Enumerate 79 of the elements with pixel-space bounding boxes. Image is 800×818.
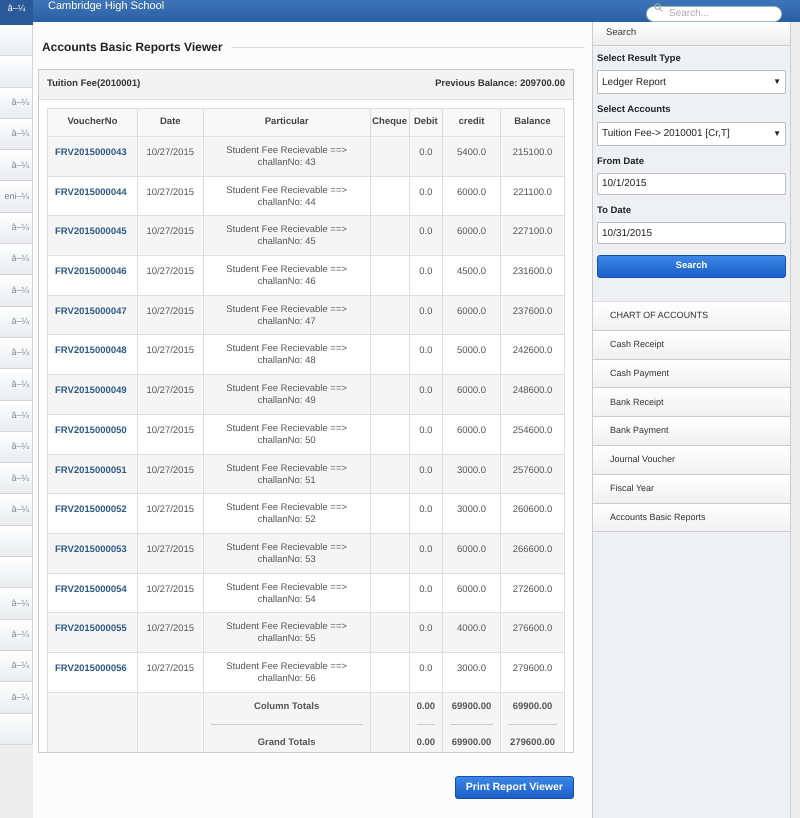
- nav-item[interactable]: CHART OF ACCOUNTS: [593, 302, 790, 331]
- voucher-link[interactable]: FRV2015000052: [55, 504, 127, 516]
- total-value: Grand Totals: [258, 736, 316, 750]
- voucher-link[interactable]: FRV2015000045: [55, 226, 127, 238]
- voucher-link[interactable]: FRV2015000048: [55, 345, 127, 356]
- dropdown[interactable]: Tuition Fee-> 2010001 [Cr,T] ▼: [597, 122, 786, 146]
- total-value: 69900.00: [512, 700, 552, 714]
- nav-item[interactable]: Accounts Basic Reports: [593, 504, 790, 532]
- voucher-link[interactable]: FRV2015000043: [55, 147, 127, 158]
- table-cell: Student Fee Recievable ==> challanNo: 46: [226, 264, 347, 288]
- previous-balance: Previous Balance: 209700.00: [435, 77, 565, 92]
- field-label: Select Result Type: [597, 52, 682, 66]
- nav-item[interactable]: Bank Receipt: [593, 388, 790, 418]
- column-header: Balance: [500, 108, 564, 136]
- voucher-link[interactable]: FRV2015000049: [55, 385, 127, 396]
- table-cell: Student Fee Recievable ==> challanNo: 48: [226, 343, 347, 366]
- menu-toggle[interactable]: â–¼: [0, 0, 33, 25]
- nav-item[interactable]: Bank Payment: [593, 417, 790, 446]
- table-cell: Student Fee Recievable ==> challanNo: 51: [226, 462, 347, 486]
- column-header: VoucherNo: [48, 108, 138, 136]
- nav-item[interactable]: Journal Voucher: [593, 446, 790, 475]
- nav-item[interactable]: Fiscal Year: [593, 474, 790, 504]
- caret-icon: ▼: [773, 128, 781, 140]
- table-cell: Student Fee Recievable ==> challanNo: 50: [226, 422, 347, 446]
- total-value: 69900.00: [452, 700, 492, 714]
- voucher-link[interactable]: FRV2015000050: [55, 424, 127, 436]
- voucher-link[interactable]: FRV2015000053: [55, 544, 127, 555]
- table-cell: Student Fee Recievable ==> challanNo: 45: [226, 224, 347, 248]
- table-cell: Student Fee Recievable ==> challanNo: 52: [226, 502, 347, 526]
- voucher-link[interactable]: FRV2015000044: [55, 186, 127, 198]
- total-value: 0.00: [416, 700, 436, 714]
- menu-item[interactable]: [0, 714, 33, 745]
- search-button[interactable]: Search: [597, 255, 786, 278]
- field-label: Select Accounts: [597, 103, 672, 118]
- menu-item[interactable]: [0, 557, 33, 588]
- field-label: From Date: [597, 154, 645, 168]
- menu-item[interactable]: [0, 56, 33, 88]
- column-header: Debit: [409, 108, 443, 136]
- table-cell: Student Fee Recievable ==> challanNo: 55: [226, 621, 347, 644]
- voucher-link[interactable]: FRV2015000055: [55, 623, 127, 634]
- table-cell: Student Fee Recievable ==> challanNo: 43: [226, 145, 347, 168]
- table-cell: Student Fee Recievable ==> challanNo: 54: [226, 582, 347, 605]
- dropdown[interactable]: Ledger Report ▼: [597, 70, 786, 94]
- nav-item[interactable]: Cash Payment: [593, 360, 790, 388]
- column-header: Date: [137, 108, 204, 136]
- voucher-link[interactable]: FRV2015000051: [55, 464, 127, 476]
- field-label: To Date: [597, 204, 632, 218]
- date-field[interactable]: 10/1/2015: [597, 172, 786, 195]
- menu-item[interactable]: eni–¼: [0, 181, 33, 213]
- column-header: Cheque: [370, 108, 410, 136]
- search-icon: [654, 3, 663, 12]
- caret-icon: ▼: [773, 76, 781, 88]
- search-field[interactable]: Search...: [646, 6, 782, 22]
- voucher-link[interactable]: FRV2015000054: [55, 584, 127, 595]
- voucher-link[interactable]: FRV2015000056: [55, 662, 127, 674]
- table-cell: Student Fee Recievable ==> challanNo: 49: [226, 383, 347, 406]
- date-field[interactable]: 10/31/2015: [597, 222, 786, 244]
- column-header: credit: [442, 108, 501, 136]
- total-value: 279600.00: [510, 736, 555, 750]
- total-value: 0.00: [416, 736, 436, 750]
- nav-item[interactable]: Cash Receipt: [593, 330, 790, 360]
- search-tab[interactable]: Search: [593, 22, 790, 46]
- table-cell: Student Fee Recievable ==> challanNo: 44: [226, 184, 347, 208]
- total-value: Column Totals: [254, 700, 320, 714]
- print-button[interactable]: Print Report Viewer: [454, 776, 574, 800]
- menu-item[interactable]: [0, 526, 33, 558]
- table-cell: Student Fee Recievable ==> challanNo: 56: [226, 660, 347, 684]
- school-title: Cambridge High School: [48, 0, 164, 13]
- column-header: Particular: [203, 108, 370, 136]
- dropdown-value: Tuition Fee-> 2010001 [Cr,T]: [602, 127, 730, 141]
- account-heading: Tuition Fee(2010001): [47, 77, 140, 92]
- voucher-link[interactable]: FRV2015000047: [55, 306, 127, 317]
- table-cell: Student Fee Recievable ==> challanNo: 47: [226, 304, 347, 327]
- total-value: 69900.00: [452, 736, 492, 750]
- page-title: Accounts Basic Reports Viewer: [42, 39, 223, 56]
- voucher-link[interactable]: FRV2015000046: [55, 266, 127, 278]
- dropdown-value: Ledger Report: [602, 76, 666, 90]
- menu-item[interactable]: [0, 25, 33, 56]
- table-cell: Student Fee Recievable ==> challanNo: 53: [226, 542, 347, 565]
